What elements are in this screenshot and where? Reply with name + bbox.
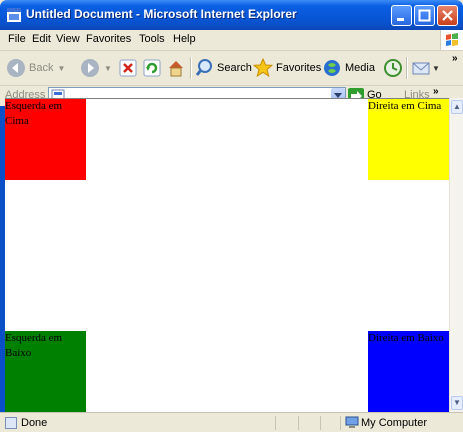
home-icon	[169, 61, 183, 77]
box-top-left-text: Esquerda em Cima	[5, 100, 63, 127]
media-icon	[324, 60, 340, 76]
maximize-button[interactable]	[414, 5, 435, 26]
refresh-icon	[143, 59, 161, 77]
mail-icon	[412, 62, 430, 75]
box-top-right: Direita em Cima	[368, 99, 449, 180]
status-divider	[298, 416, 299, 430]
menu-favorites[interactable]: Favorites	[86, 33, 131, 45]
window-title: Untitled Document - Microsoft Internet E…	[26, 7, 297, 21]
mail-button[interactable]: ▼	[411, 56, 440, 80]
favorites-button[interactable]: Favorites	[253, 56, 321, 80]
minimize-icon	[397, 18, 404, 21]
vertical-scrollbar[interactable]: ▲ ▼	[449, 98, 463, 412]
forward-button[interactable]: ▼	[80, 56, 112, 80]
menu-file[interactable]: File	[8, 33, 26, 45]
favorites-label: Favorites	[276, 62, 322, 74]
close-icon	[442, 10, 453, 21]
box-bottom-left: Esquerda em Baixo	[5, 331, 86, 412]
media-button[interactable]: Media	[322, 56, 375, 80]
toolbar-separator	[406, 57, 408, 79]
box-top-left: Esquerda em Cima	[5, 99, 86, 180]
box-bottom-left-text: Esquerda em Baixo	[5, 332, 63, 359]
box-bottom-right: Direita em Baixo	[368, 331, 449, 412]
home-button[interactable]	[166, 56, 186, 80]
menu-tools[interactable]: Tools	[139, 33, 165, 45]
status-text: Done	[21, 417, 48, 429]
menu-view[interactable]: View	[56, 33, 80, 45]
my-computer-icon	[345, 416, 359, 428]
box-top-right-text: Direita em Cima	[368, 100, 442, 112]
back-arrow-icon	[7, 59, 25, 77]
menu-help[interactable]: Help	[173, 33, 196, 45]
page-content: Esquerda em Cima Direita em Cima Esquerd…	[5, 98, 449, 413]
toolbar-separator	[190, 57, 192, 79]
search-label: Search	[217, 62, 252, 74]
box-bottom-right-text: Direita em Baixo	[368, 332, 444, 344]
toolbar-overflow-chevron-icon[interactable]: »	[452, 53, 458, 64]
scroll-up-button[interactable]: ▲	[451, 100, 463, 114]
maximize-icon	[418, 9, 431, 22]
favorites-star-icon	[253, 58, 273, 78]
status-divider	[320, 416, 321, 430]
page-status-icon	[5, 417, 17, 429]
media-label: Media	[345, 62, 375, 74]
title-bar[interactable]: Untitled Document - Microsoft Internet E…	[0, 0, 463, 30]
windows-logo-icon	[440, 30, 463, 50]
security-zone-text: My Computer	[361, 417, 428, 429]
stop-button[interactable]	[118, 56, 138, 80]
back-dropdown-icon[interactable]: ▼	[57, 64, 65, 73]
status-divider	[275, 416, 276, 430]
ie-app-icon	[7, 8, 21, 22]
forward-dropdown-icon[interactable]: ▼	[104, 64, 112, 73]
stop-icon	[119, 59, 137, 77]
history-icon	[384, 59, 402, 77]
minimize-button[interactable]	[391, 5, 412, 26]
refresh-button[interactable]	[142, 56, 162, 80]
standard-toolbar: Back ▼ ▼ Search Favorites Media ▼ »	[0, 51, 463, 86]
status-divider	[340, 416, 341, 430]
mail-dropdown-icon[interactable]: ▼	[432, 64, 440, 73]
close-button[interactable]	[437, 5, 458, 26]
forward-arrow-icon	[81, 59, 99, 77]
menu-edit[interactable]: Edit	[32, 33, 51, 45]
scroll-down-button[interactable]: ▼	[451, 396, 463, 410]
history-button[interactable]	[383, 56, 403, 80]
ie-window: Untitled Document - Microsoft Internet E…	[0, 0, 463, 432]
search-button[interactable]: Search	[194, 56, 252, 80]
status-bar: Done My Computer	[0, 412, 463, 432]
back-label: Back	[29, 62, 54, 74]
search-icon	[195, 59, 212, 76]
menu-bar: File Edit View Favorites Tools Help	[0, 30, 463, 51]
back-button[interactable]: Back ▼	[6, 56, 65, 80]
links-chevron-icon[interactable]: »	[433, 86, 439, 97]
